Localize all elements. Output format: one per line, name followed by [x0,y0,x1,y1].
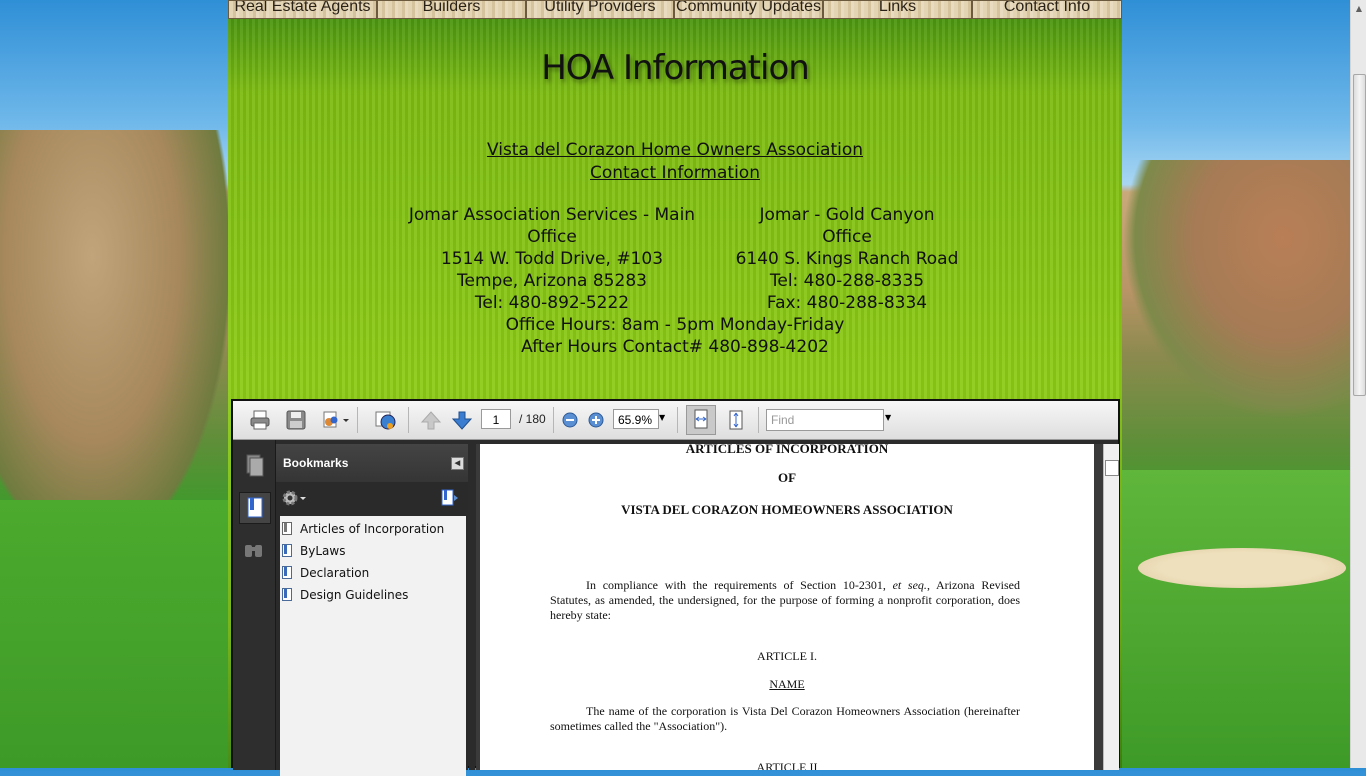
doc-article-2: ARTICLE II [756,760,818,770]
toolbar-separator [408,407,409,433]
doc-article-1: ARTICLE I. [757,649,817,663]
doc-paragraph-1-emphasis: et seq. [892,578,927,592]
main-office-tel: Tel: 480-892-5222 [474,293,630,313]
search-binoculars-icon[interactable] [239,536,269,566]
contact-link-row: Contact Information [228,163,1122,183]
gc-office-tel: Tel: 480-288-8335 [769,271,925,291]
pdf-viewer: 1 / 180 65.9% ▼ Find ▼ Bookmarks ◀ Artic… [231,399,1120,776]
gc-office-fax: Fax: 480-288-8334 [766,293,928,313]
fit-width-icon[interactable] [686,405,716,435]
pages-panel-icon[interactable] [239,450,269,480]
zoom-level-select[interactable]: 65.9% [613,409,659,429]
doc-title-line-1: ARTICLES OF INCORPORATION [685,444,889,456]
pdf-navigation-rail [233,440,276,770]
background-fairway-left [0,500,230,768]
doc-paragraph-1-text: In compliance with the requirements of S… [586,578,893,592]
pdf-toolbar: 1 / 180 65.9% ▼ Find ▼ [233,401,1118,440]
doc-title-line-2: OF [777,470,797,485]
bookmark-label: Design Guidelines [300,588,409,602]
bookmarks-title: Bookmarks [283,456,349,470]
contact-information-link[interactable]: Contact Information [590,163,760,183]
toolbar-separator [758,407,759,433]
nav-community-updates[interactable]: Community Updates [674,0,823,19]
gc-office-name: Jomar - Gold Canyon Office [759,205,935,247]
bookmark-icon [282,544,292,557]
background-sand-bunker [1138,548,1346,588]
association-link[interactable]: Vista del Corazon Home Owners Associatio… [487,140,863,160]
save-icon[interactable] [285,409,307,431]
page-scroll-thumb[interactable] [1353,74,1366,396]
bookmark-item[interactable]: Declaration [282,563,370,583]
background-fairway-right [1122,470,1354,768]
main-office-street: 1514 W. Todd Drive, #103 [440,249,664,269]
zoom-out-icon[interactable] [561,411,579,429]
bookmark-label: ByLaws [300,544,346,558]
background-mountain-left [0,130,230,550]
next-page-icon[interactable] [451,409,473,431]
collapse-panel-icon[interactable]: ◀ [451,457,464,470]
page-title: HOA Information [541,48,810,88]
toolbar-separator [677,407,678,433]
toolbar-separator [357,407,358,433]
gc-office-street: 6140 S. Kings Ranch Road [735,249,959,269]
nav-contact-info[interactable]: Contact Info [972,0,1122,19]
expand-bookmark-icon[interactable] [439,488,461,508]
zoom-in-icon[interactable] [587,411,605,429]
nav-links[interactable]: Links [823,0,972,19]
web-globe-icon[interactable] [374,409,396,431]
bookmarks-header: Bookmarks ◀ [276,444,468,482]
previous-page-icon[interactable] [420,409,442,431]
bookmark-label: Declaration [300,566,370,580]
document-page: ARTICLES OF INCORPORATION OF VISTA DEL C… [480,444,1094,770]
bookmarks-list: Articles of Incorporation ByLaws Declara… [280,516,466,776]
main-office-name: Jomar Association Services - Main Office [408,205,696,247]
options-gear-icon[interactable] [280,488,308,508]
find-dropdown-arrow-icon[interactable]: ▼ [885,413,895,425]
doc-paragraph-2: The name of the corporation is Vista Del… [550,704,1020,733]
nav-builders[interactable]: Builders [377,0,526,19]
nav-real-estate-agents[interactable]: Real Estate Agents [228,0,377,19]
bookmark-icon [282,522,292,535]
page-number-input[interactable]: 1 [481,409,511,429]
bookmarks-panel-icon[interactable] [239,492,271,524]
zoom-dropdown-arrow-icon[interactable]: ▼ [659,413,669,425]
document-scrollbar[interactable] [1103,444,1119,770]
main-office-city: Tempe, Arizona 85283 [457,271,647,291]
page-scrollbar[interactable]: ▲ [1350,0,1366,768]
office-hours: Office Hours: 8am - 5pm Monday-Friday [505,315,845,335]
bookmark-icon [282,588,292,601]
bookmark-item[interactable]: Design Guidelines [282,585,409,605]
bookmark-item[interactable]: ByLaws [282,541,346,561]
fit-page-icon[interactable] [725,409,747,431]
scroll-up-arrow-icon[interactable]: ▲ [1351,0,1366,17]
bookmarks-panel: Bookmarks ◀ Articles of Incorporation By… [276,444,468,776]
bookmark-item[interactable]: Articles of Incorporation [282,519,445,539]
find-input[interactable]: Find [766,409,884,431]
after-hours-contact: After Hours Contact# 480-898-4202 [521,337,829,357]
association-link-row: Vista del Corazon Home Owners Associatio… [228,140,1122,160]
top-navigation: Real Estate Agents Builders Utility Prov… [228,0,1122,19]
page-total: / 180 [519,412,546,426]
gold-canyon-office-block: Jomar - Gold Canyon Office 6140 S. Kings… [733,204,961,314]
print-icon[interactable] [249,409,271,431]
doc-article-1-heading: NAME [769,677,805,691]
nav-utility-providers[interactable]: Utility Providers [526,0,674,19]
document-area[interactable]: ARTICLES OF INCORPORATION OF VISTA DEL C… [476,444,1106,770]
share-dropdown-icon[interactable] [320,409,350,431]
toolbar-separator [553,407,554,433]
main-office-block: Jomar Association Services - Main Office… [386,204,718,314]
bookmark-icon [282,566,292,579]
bookmarks-toolbar [276,482,468,514]
bookmark-label: Articles of Incorporation [300,522,445,536]
background-mountain-right [1122,160,1352,420]
doc-title-line-3: VISTA DEL CORAZON HOMEOWNERS ASSOCIATION [621,502,953,517]
doc-paragraph-1: In compliance with the requirements of S… [550,578,1020,623]
panel-splitter[interactable] [469,444,475,770]
document-scroll-thumb[interactable] [1105,460,1119,476]
